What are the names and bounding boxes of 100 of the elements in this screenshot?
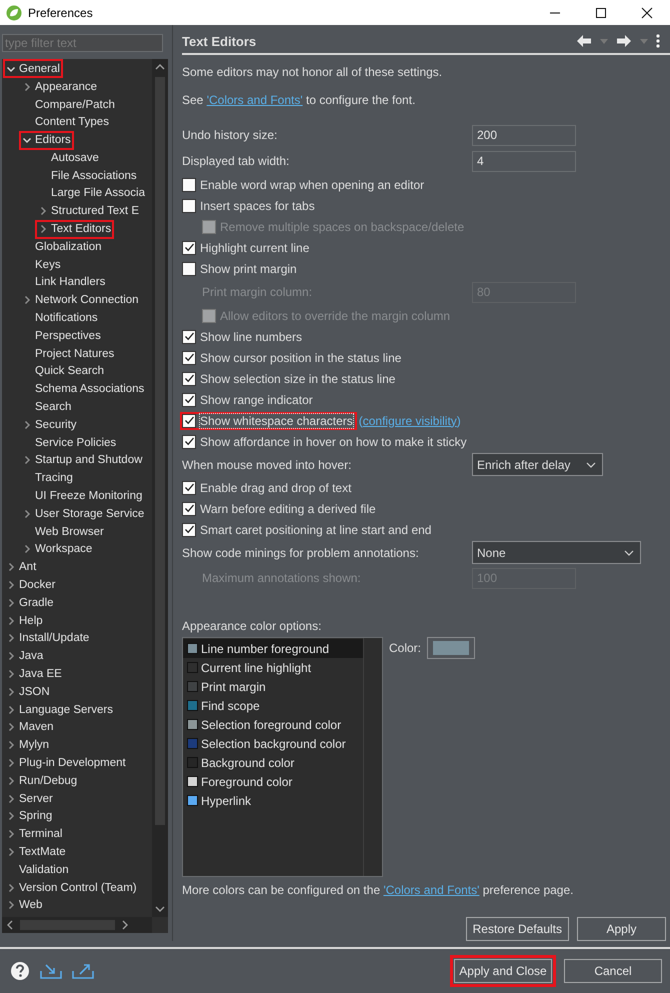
tree-item[interactable]: Server	[3, 789, 56, 808]
export-icon[interactable]	[72, 962, 94, 980]
tree-item[interactable]: User Storage Service	[19, 504, 148, 524]
tree-item[interactable]: Schema Associations	[19, 380, 148, 399]
horizontal-scrollbar[interactable]	[2, 917, 152, 933]
menu-icon[interactable]	[656, 34, 660, 48]
checkbox[interactable]	[182, 262, 196, 276]
list-item[interactable]: Background color	[183, 753, 363, 772]
tree-item[interactable]: Project Natures	[19, 344, 118, 364]
apply-button[interactable]: Apply	[577, 917, 666, 941]
tree-item[interactable]: UI Freeze Monitoring	[19, 486, 146, 506]
tree-item[interactable]: Maven	[3, 718, 57, 737]
number-field[interactable]: 4	[472, 150, 576, 172]
vertical-scrollbar[interactable]	[152, 59, 168, 917]
tree-item[interactable]: Mylyn	[3, 736, 52, 755]
tree-item[interactable]: Quick Search	[19, 362, 108, 381]
tree-item[interactable]: Version Control (Team)	[3, 878, 140, 898]
tree-item[interactable]: Text Editors	[35, 220, 114, 239]
checkbox[interactable]	[182, 392, 196, 406]
tree-item[interactable]: Compare/Patch	[19, 95, 118, 114]
tree-item[interactable]: Run/Debug	[3, 771, 80, 790]
number-field[interactable]: 200	[472, 124, 576, 146]
checkbox[interactable]	[182, 480, 196, 494]
tree-item[interactable]: Plug-in Development	[3, 753, 129, 772]
tree-item[interactable]: Search	[19, 398, 74, 417]
list-item[interactable]: Foreground color	[183, 772, 363, 791]
tree-item[interactable]: Service Policies	[19, 433, 120, 452]
dropdown[interactable]: None	[472, 541, 641, 564]
import-icon[interactable]	[40, 962, 62, 980]
scroll-up-icon[interactable]	[155, 63, 165, 71]
tree-item[interactable]: Docker	[3, 576, 58, 595]
tree-item[interactable]: Install/Update	[3, 628, 92, 648]
list-item[interactable]: Current line highlight	[183, 658, 363, 677]
checkbox[interactable]	[182, 372, 196, 386]
tree-item[interactable]: Keys	[19, 255, 64, 274]
tree-item[interactable]: Help	[3, 611, 46, 630]
apply-and-close-button[interactable]: Apply and Close	[454, 959, 552, 983]
field-label: Maximum annotations shown:	[202, 571, 362, 585]
tree-item[interactable]: Workspace	[19, 540, 96, 559]
scroll-right-icon[interactable]	[121, 920, 129, 930]
tree-item[interactable]: Notifications	[19, 308, 101, 328]
checkbox-label: Allow editors to override the margin column	[220, 308, 450, 322]
checkbox-label: Enable drag and drop of text	[200, 480, 352, 494]
cancel-button[interactable]: Cancel	[564, 959, 662, 983]
checkbox[interactable]	[182, 350, 196, 364]
tree-item[interactable]: Large File Associa	[35, 184, 148, 203]
list-item[interactable]: Selection background color	[183, 734, 363, 753]
tree-item[interactable]: File Associations	[35, 166, 140, 186]
tree-item[interactable]: General	[3, 59, 63, 78]
tree-item[interactable]: Link Handlers	[19, 272, 108, 292]
maximize-icon[interactable]	[595, 6, 607, 18]
tree-item[interactable]: Web	[3, 896, 46, 915]
list-item[interactable]: Line number foreground	[183, 639, 363, 658]
tree-item[interactable]: Content Types	[19, 112, 112, 132]
tree-item[interactable]: Web Browser	[19, 522, 107, 542]
tree-item[interactable]: JSON	[3, 682, 53, 702]
close-icon[interactable]	[641, 6, 653, 18]
scroll-left-icon[interactable]	[6, 920, 14, 930]
tree-item[interactable]: TextMate	[3, 842, 69, 862]
tree-item[interactable]: Autosave	[35, 148, 102, 168]
checkbox-label: Insert spaces for tabs	[200, 198, 315, 212]
checkbox[interactable]	[182, 330, 196, 344]
page-title: Text Editors	[182, 34, 256, 48]
checkbox[interactable]	[182, 522, 196, 536]
tree-item[interactable]: Language Servers	[3, 700, 116, 720]
tree-item[interactable]: Spring	[3, 806, 56, 826]
list-item[interactable]: Print margin	[183, 677, 363, 696]
tree-item[interactable]: Validation	[3, 860, 72, 880]
checkbox[interactable]	[182, 502, 196, 516]
tree-item[interactable]: Globalization	[19, 237, 104, 256]
checkbox[interactable]	[182, 198, 196, 212]
chevron-down-icon[interactable]	[624, 550, 634, 556]
tree-item[interactable]: Startup and Shutdow	[19, 450, 146, 470]
tree-item[interactable]: Structured Text E	[35, 202, 142, 221]
checkbox[interactable]	[182, 434, 196, 448]
list-item[interactable]: Hyperlink	[183, 791, 363, 810]
tree-item[interactable]: Appearance	[19, 77, 100, 96]
list-item[interactable]: Selection foreground color	[183, 715, 363, 734]
list-item[interactable]: Find scope	[183, 696, 363, 715]
checkbox[interactable]	[182, 178, 196, 192]
forward-arrow-icon[interactable]	[616, 34, 632, 48]
chevron-down-icon[interactable]	[586, 462, 596, 468]
scroll-down-icon[interactable]	[155, 905, 165, 913]
tree-item[interactable]: Gradle	[3, 593, 57, 612]
color-button[interactable]	[427, 637, 476, 659]
help-icon[interactable]	[10, 961, 30, 981]
tree-item[interactable]: Network Connection	[19, 290, 142, 310]
restore-defaults-button[interactable]: Restore Defaults	[466, 917, 569, 941]
tree-item[interactable]: Tracing	[19, 468, 76, 488]
tree-item[interactable]: Java EE	[3, 664, 65, 684]
back-arrow-icon[interactable]	[576, 34, 592, 48]
checkbox[interactable]	[182, 414, 196, 428]
checkbox[interactable]	[182, 240, 196, 254]
tree-item[interactable]: Ant	[3, 558, 40, 577]
tree-item[interactable]: Terminal	[3, 824, 66, 844]
dropdown[interactable]: Enrich after delay	[472, 453, 603, 476]
tree-item[interactable]: Editors	[19, 130, 74, 150]
tree-item[interactable]: Security	[19, 415, 80, 434]
tree-item[interactable]: Java	[3, 646, 46, 666]
tree-item[interactable]: Perspectives	[19, 326, 104, 346]
